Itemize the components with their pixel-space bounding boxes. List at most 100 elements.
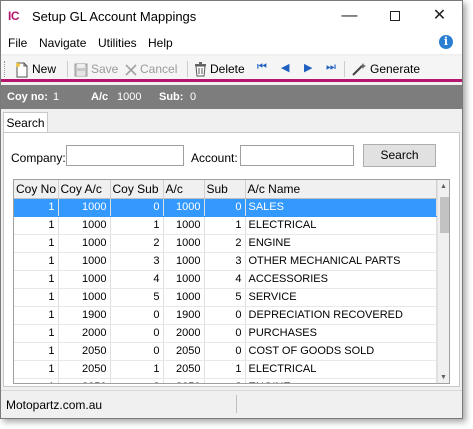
scroll-down-icon[interactable]: ▼	[440, 374, 447, 381]
table-cell: 2050	[58, 342, 111, 361]
title-bar: IC Setup GL Account Mappings — ✕	[1, 1, 462, 32]
table-cell: ENGINE	[245, 378, 437, 383]
window-title: Setup GL Account Mappings	[32, 9, 197, 24]
table-cell: 2050	[163, 342, 205, 361]
table-row[interactable]: 1 1900 0 1900 0 DEPRECIATION RECOVERED	[14, 306, 437, 325]
table-cell: 1	[110, 216, 164, 235]
app-logo-icon: IC	[8, 9, 20, 23]
company-input[interactable]	[66, 145, 184, 166]
table-cell: 4	[110, 270, 164, 289]
column-header[interactable]: Coy A/c	[58, 180, 111, 199]
coy-label: Coy no:	[7, 91, 48, 103]
table-cell: 2050	[163, 360, 205, 379]
table-cell: 1900	[58, 306, 111, 325]
table-row[interactable]: 1 2050 0 2050 0 COST OF GOODS SOLD	[14, 342, 437, 361]
table-cell: PURCHASES	[245, 324, 437, 343]
search-button[interactable]: Search	[363, 144, 436, 167]
new-button[interactable]: New	[15, 60, 56, 78]
tab-search[interactable]: Search	[3, 112, 48, 133]
table-cell: 1	[14, 234, 59, 253]
toolbar-grip	[4, 61, 6, 77]
table-cell: 1000	[163, 216, 205, 235]
scroll-thumb[interactable]	[440, 197, 449, 233]
ac-value: 1000	[117, 91, 142, 103]
cancel-label: Cancel	[140, 62, 178, 76]
table-cell: 0	[110, 342, 164, 361]
minimize-button[interactable]: —	[327, 1, 372, 32]
new-document-icon	[16, 62, 28, 78]
menu-bar: File Navigate Utilities Help i	[1, 32, 462, 54]
table-cell: 2	[110, 378, 164, 383]
previous-record-icon[interactable]: ◀	[281, 61, 289, 74]
next-record-icon[interactable]: ▶	[304, 61, 312, 74]
new-label: New	[32, 62, 57, 76]
accounts-grid: Coy No Coy A/c Coy Sub A/c Sub A/c Name 1 1000…	[13, 179, 450, 384]
table-cell: 2000	[163, 324, 205, 343]
menu-help[interactable]: Help	[148, 36, 173, 50]
table-row[interactable]: 1 1000 4 1000 4 ACCESSORIES	[14, 270, 437, 289]
table-cell: ACCESSORIES	[245, 270, 437, 289]
table-row[interactable]: 1 1000 0 1000 0 SALES	[14, 198, 437, 217]
table-cell: 1000	[58, 270, 111, 289]
first-record-icon[interactable]: ⏮	[257, 61, 267, 74]
table-row[interactable]: 1 1000 1 1000 1 ELECTRICAL	[14, 216, 437, 235]
vertical-scrollbar[interactable]: ▲ ▼	[437, 180, 449, 383]
column-header[interactable]: Coy No	[14, 180, 59, 199]
generate-button[interactable]: Generate	[351, 60, 420, 78]
column-header[interactable]: A/c Name	[245, 180, 437, 199]
minimize-icon: —	[341, 7, 358, 24]
table-cell: 3	[110, 252, 164, 271]
delete-button[interactable]: Delete	[194, 60, 245, 78]
table-cell: 1	[14, 342, 59, 361]
menu-file[interactable]: File	[8, 36, 27, 50]
cancel-button[interactable]: Cancel	[125, 60, 177, 78]
table-cell: 1	[204, 360, 246, 379]
save-button[interactable]: Save	[74, 60, 118, 78]
menu-utilities[interactable]: Utilities	[98, 36, 137, 50]
table-cell: 1000	[163, 234, 205, 253]
generate-wand-icon	[352, 63, 366, 77]
table-row[interactable]: 1 1000 5 1000 5 SERVICE	[14, 288, 437, 307]
coy-value: 1	[53, 91, 60, 103]
table-cell: ELECTRICAL	[245, 216, 437, 235]
table-row[interactable]: 1 2050 1 2050 1 ELECTRICAL	[14, 360, 437, 379]
table-cell: 0	[204, 198, 246, 217]
close-button[interactable]: ✕	[417, 1, 462, 32]
maximize-button[interactable]	[372, 1, 417, 32]
column-header[interactable]: Sub	[204, 180, 246, 199]
table-cell: 2000	[58, 324, 111, 343]
table-row[interactable]: 1 1000 3 1000 3 OTHER MECHANICAL PARTS	[14, 252, 437, 271]
table-cell: 1	[14, 324, 59, 343]
scroll-up-icon[interactable]: ▲	[440, 183, 447, 190]
table-cell: 2050	[163, 378, 205, 383]
table-cell: 2050	[58, 378, 111, 383]
status-text: Motopartz.com.au	[6, 398, 103, 412]
company-label: Company:	[11, 151, 66, 165]
toolbar-separator	[187, 61, 188, 77]
menu-navigate[interactable]: Navigate	[39, 36, 86, 50]
maximize-icon	[389, 10, 400, 21]
table-row[interactable]: 1 2000 0 2000 0 PURCHASES	[14, 324, 437, 343]
table-cell: 0	[110, 306, 164, 325]
column-header[interactable]: A/c	[163, 180, 205, 199]
table-cell: 1	[14, 306, 59, 325]
table-cell: DEPRECIATION RECOVERED	[245, 306, 437, 325]
status-bar: Motopartz.com.au	[1, 390, 462, 418]
table-row[interactable]: 1 1000 2 1000 2 ENGINE	[14, 234, 437, 253]
account-input[interactable]	[240, 145, 354, 166]
last-record-icon[interactable]: ⏭	[326, 61, 336, 74]
table-cell: 1	[110, 360, 164, 379]
column-header[interactable]: Coy Sub	[110, 180, 164, 199]
search-panel: Company: Account: Search Coy No Coy A/c Co…	[3, 132, 460, 387]
help-info-icon[interactable]: i	[439, 35, 453, 49]
table-cell: 1	[14, 360, 59, 379]
table-cell: 1	[14, 378, 59, 383]
table-cell: 0	[110, 198, 164, 217]
trash-icon	[195, 62, 206, 77]
table-row[interactable]: 12050220502ENGINE	[14, 378, 437, 383]
table-cell: 1900	[163, 306, 205, 325]
table-cell: OTHER MECHANICAL PARTS	[245, 252, 437, 271]
table-cell: 1	[14, 216, 59, 235]
table-cell: ENGINE	[245, 234, 437, 253]
table-cell: 1	[14, 288, 59, 307]
